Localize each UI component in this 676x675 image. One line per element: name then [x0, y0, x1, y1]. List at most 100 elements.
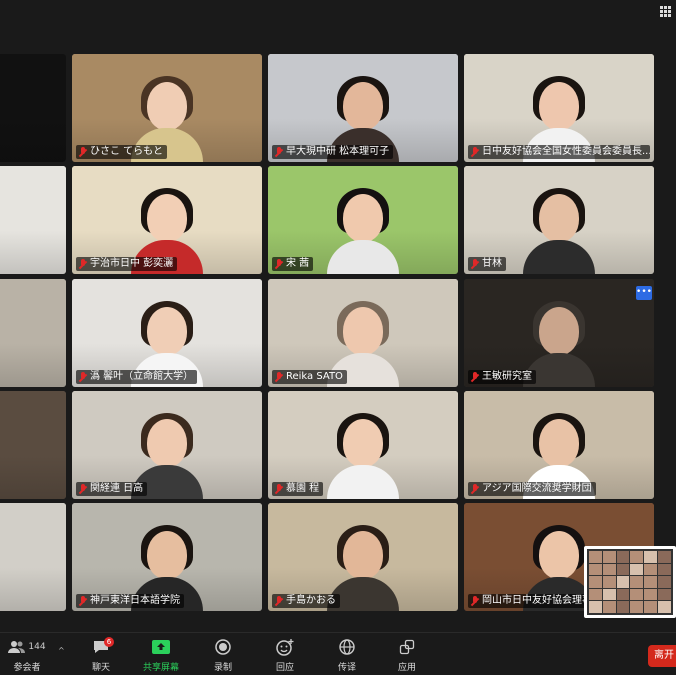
participant-name: 岡山市日中友好協会理事 [482, 595, 592, 606]
interpretation-button[interactable]: 传译 [322, 637, 372, 673]
apps-button[interactable]: 应用 [382, 637, 432, 673]
participant-tile[interactable]: 手島かおる [268, 503, 458, 611]
participant-name-label: 宋 茜 [272, 257, 314, 271]
muted-mic-icon [274, 146, 283, 158]
more-options-button[interactable]: ••• [636, 286, 652, 300]
video-background [0, 54, 66, 162]
participant-name-label: 関経連 日高 [76, 482, 148, 496]
participant-name: 慕園 程 [286, 483, 320, 494]
thumbnail-cell [658, 576, 671, 588]
record-label: 录制 [213, 663, 232, 673]
thumbnail-cell [616, 551, 630, 563]
share-screen-icon [152, 640, 170, 654]
thumbnail-cell [658, 588, 671, 601]
thumbnail-cell [589, 601, 602, 613]
participant-tile[interactable]: 早大現中研 松本理可子 [268, 54, 458, 162]
apps-icon [399, 639, 415, 655]
participant-name-label: 岡山市日中友好協会理事 [468, 594, 596, 608]
participant-name: 甘林 [482, 258, 502, 269]
thumbnail-cell [644, 563, 658, 576]
muted-mic-icon [470, 146, 479, 158]
participant-tile[interactable]: 宋 茜 [268, 166, 458, 274]
muted-mic-icon [470, 595, 479, 607]
participants-count: 144 [28, 642, 46, 652]
thumbnail-cell [644, 576, 658, 588]
participants-caret-icon[interactable]: ^ [58, 646, 66, 655]
thumbnail-cell [602, 563, 616, 576]
participant-tile[interactable] [0, 279, 66, 387]
participant-name-label: ひさこ てらもと [76, 145, 167, 159]
chat-label: 聊天 [91, 663, 110, 673]
muted-mic-icon [274, 595, 283, 607]
participant-name-label: 潙 馨叶（立命館大学） [76, 370, 198, 384]
participant-name-label: 甘林 [468, 257, 506, 271]
self-view-thumbnail[interactable] [584, 546, 676, 618]
participant-tile[interactable]: 潙 馨叶（立命館大学） [72, 279, 262, 387]
participant-video [327, 186, 399, 274]
muted-mic-icon [78, 483, 87, 495]
thumbnail-cell [644, 551, 658, 563]
video-gallery: ひさこ てらもと 早大現中研 松本理可子 日中友好協会全国女性委員会委員長... 宇治… [0, 0, 676, 632]
participant-name-label: 手島かおる [272, 594, 340, 608]
thumbnail-cell [602, 588, 616, 601]
participants-icon [8, 641, 26, 653]
thumbnail-cell [630, 601, 644, 613]
participant-tile[interactable]: ひさこ てらもと [72, 54, 262, 162]
muted-mic-icon [78, 371, 87, 383]
video-background [0, 391, 66, 499]
muted-mic-icon [78, 595, 87, 607]
participant-tile[interactable]: 慕園 程 [268, 391, 458, 499]
participant-tile[interactable] [0, 503, 66, 611]
participant-tile[interactable]: 神戸東洋日本語学院 [72, 503, 262, 611]
participants-button[interactable]: 144 参会者 [2, 637, 52, 673]
participant-name-label: 慕園 程 [272, 482, 324, 496]
muted-mic-icon [274, 258, 283, 270]
participant-name-label: 神戸東洋日本語学院 [76, 594, 184, 608]
participant-name-label: Reika SATO [272, 370, 347, 384]
share-screen-label: 共享屏幕 [142, 663, 179, 673]
participant-tile[interactable]: 関経連 日高 [72, 391, 262, 499]
thumbnail-cell [644, 601, 658, 613]
participants-label: 参会者 [13, 663, 41, 673]
thumbnail-cell [658, 563, 671, 576]
participant-name: 早大現中研 松本理可子 [286, 146, 390, 157]
thumbnail-cell [589, 576, 602, 588]
participant-tile[interactable]: 日中友好協会全国女性委員会委員長... [464, 54, 654, 162]
participant-video [327, 411, 399, 499]
thumbnail-cell [616, 563, 630, 576]
thumbnail-cell [616, 601, 630, 613]
thumbnail-cell [644, 588, 658, 601]
participant-tile[interactable]: Reika SATO [268, 279, 458, 387]
participant-tile[interactable]: アジア国際交流奨学財団 [464, 391, 654, 499]
reactions-button[interactable]: 回应 [260, 637, 310, 673]
thumbnail-cell [630, 588, 644, 601]
participant-name: 王敏研究室 [482, 371, 532, 382]
thumbnail-cell [602, 576, 616, 588]
participant-name: アジア国際交流奨学財団 [482, 483, 592, 494]
muted-mic-icon [470, 483, 479, 495]
video-background [0, 279, 66, 387]
participant-tile[interactable]: 宇治市日中 彭奕灑 [72, 166, 262, 274]
meeting-toolbar: 144 参会者 ^ 6 聊天 共享屏幕 录制 回应 传译 应用 [0, 632, 676, 675]
participant-name: 潙 馨叶（立命館大学） [90, 371, 194, 382]
muted-mic-icon [78, 258, 87, 270]
record-icon [215, 639, 231, 655]
chat-button[interactable]: 6 聊天 [76, 637, 126, 673]
leave-button[interactable]: 离开 [648, 645, 676, 667]
participant-name: Reika SATO [286, 371, 343, 382]
muted-mic-icon [78, 146, 87, 158]
participant-tile[interactable] [0, 166, 66, 274]
participant-name-label: アジア国際交流奨学財団 [468, 482, 596, 496]
participant-name: 関経連 日高 [90, 483, 144, 494]
participant-tile[interactable]: 王敏研究室 [464, 279, 654, 387]
thumbnail-cell [630, 551, 644, 563]
participant-tile[interactable] [0, 391, 66, 499]
gallery-view-icon[interactable] [660, 6, 672, 18]
participant-tile[interactable] [0, 54, 66, 162]
record-button[interactable]: 录制 [198, 637, 248, 673]
thumbnail-cell [602, 601, 616, 613]
participant-tile[interactable]: 甘林 [464, 166, 654, 274]
share-screen-button[interactable]: 共享屏幕 [136, 637, 186, 673]
video-background [0, 166, 66, 274]
apps-label: 应用 [397, 663, 416, 673]
